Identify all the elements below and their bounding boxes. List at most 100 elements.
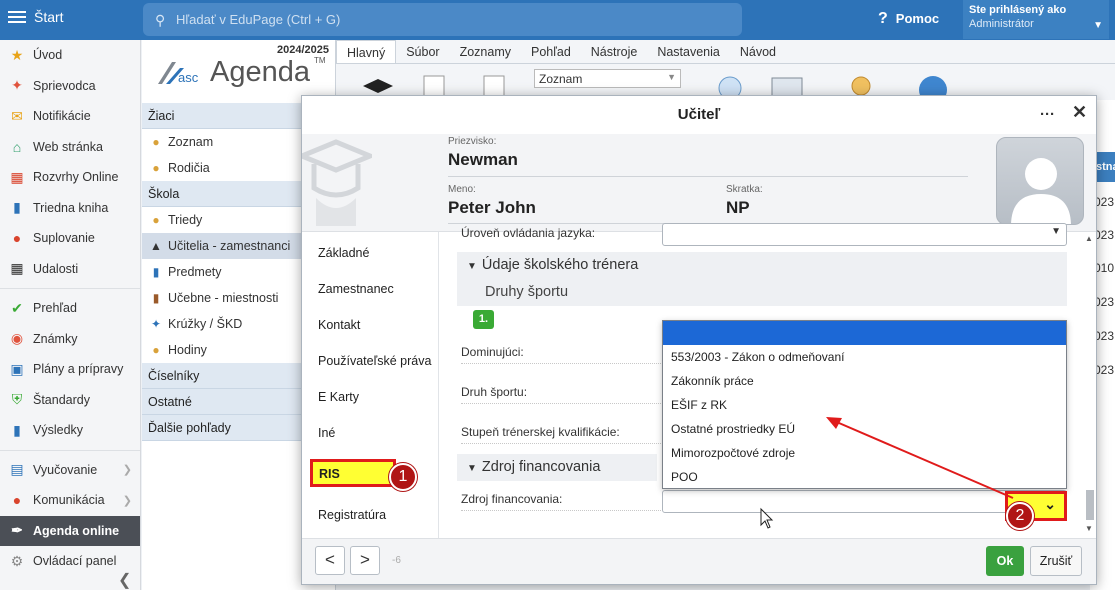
item-number-badge: 1. <box>473 310 494 329</box>
cancel-button[interactable]: Zrušiť <box>1030 546 1082 576</box>
next-record-button[interactable]: > <box>350 546 380 575</box>
funding-section-header[interactable]: ▼ Zdroj financovania <box>457 454 657 481</box>
menu-ine[interactable]: Iné <box>302 412 438 448</box>
nav-label: Výsledky <box>33 423 84 438</box>
prev-record-button[interactable]: < <box>315 546 345 575</box>
dropdown-selected-empty[interactable] <box>663 321 1066 345</box>
language-level-select[interactable]: ▼ <box>662 223 1067 246</box>
funding-section-title: Zdroj financovania <box>481 459 601 475</box>
scroll-down-icon[interactable]: ▼ <box>1085 524 1093 533</box>
content-scrollbar[interactable]: ▲ ▼ <box>1084 232 1096 538</box>
wand-icon: ✦ <box>11 77 23 94</box>
cell: 010 <box>1094 261 1115 275</box>
nav-label: Plány a prípravy <box>33 362 124 377</box>
nav-label: Triedna kniha <box>33 200 109 215</box>
abbrev-value[interactable]: NP <box>726 198 750 218</box>
menu-pouzivatelske-prava[interactable]: Používateľské práva <box>302 340 438 376</box>
menu-zakladne[interactable]: Základné <box>302 232 438 268</box>
start-button[interactable]: Štart <box>8 9 64 25</box>
surname-value[interactable]: Newman <box>448 150 518 170</box>
tab-subor[interactable]: Súbor <box>396 40 449 63</box>
nav-komunikacia[interactable]: ● Komunikácia ❯ <box>0 485 140 516</box>
menu-registratura[interactable]: Registratúra <box>302 494 386 530</box>
nav-plany[interactable]: ▣ Plány a prípravy <box>0 354 140 385</box>
close-icon[interactable]: ✕ <box>1072 102 1087 123</box>
nav-sprievodca[interactable]: ✦ Sprievodca <box>0 71 140 102</box>
name-value[interactable]: Peter John <box>448 198 536 218</box>
nav-suplovanie[interactable]: ● Suplovanie <box>0 223 140 254</box>
tab-pohlad[interactable]: Pohľad <box>521 40 581 63</box>
divider <box>461 403 661 404</box>
question-icon: ? <box>878 10 888 27</box>
funding-label: Zdroj financovania: <box>461 492 563 506</box>
gear-icon: ⚙ <box>10 552 24 569</box>
more-icon[interactable]: ··· <box>1040 106 1055 123</box>
dropdown-option[interactable]: Zákonník práce <box>663 369 1066 393</box>
chevron-down-icon: ▼ <box>1051 226 1061 237</box>
nav-label: Udalosti <box>33 261 79 276</box>
search-input[interactable]: ⚲ Hľadať v EduPage (Ctrl + G) <box>143 3 742 36</box>
star-icon: ★ <box>10 46 24 63</box>
nav-znamky[interactable]: ◉ Známky <box>0 324 140 355</box>
nav-label: Známky <box>33 331 78 346</box>
dropdown-option[interactable]: Mimorozpočtové zdroje <box>663 441 1066 465</box>
tab-nastavenia[interactable]: Nastavenia <box>647 40 730 63</box>
ok-button[interactable]: Ok <box>986 546 1024 576</box>
divider <box>461 510 661 511</box>
cell: 023 <box>1094 295 1115 309</box>
caret-down-icon: ▼ <box>467 463 477 474</box>
logo-tm: TM <box>314 56 326 65</box>
tab-navod[interactable]: Návod <box>730 40 786 63</box>
nav-vyucovanie[interactable]: ▤ Vyučovanie ❯ <box>0 455 140 486</box>
cell: 023 <box>1094 363 1115 377</box>
nav-triedna-kniha[interactable]: ▮ Triedna kniha <box>0 193 140 224</box>
envelope-icon: ✉ <box>11 107 23 124</box>
menu-zamestnanec[interactable]: Zamestnanec <box>302 268 438 304</box>
dialog-side-menu: Základné Zamestnanec Kontakt Používateľs… <box>302 232 439 538</box>
collapse-icon[interactable]: ❮ <box>118 570 131 590</box>
name-underline <box>448 223 690 224</box>
dropdown-option[interactable]: 553/2003 - Zákon o odmeňovaní <box>663 345 1066 369</box>
scroll-up-icon[interactable]: ▲ <box>1085 234 1093 243</box>
user-menu[interactable]: Ste prihlásený ako Administrátor ▼ <box>963 0 1109 39</box>
record-counter: -6 <box>392 555 401 566</box>
tab-hlavny[interactable]: Hlavný <box>336 40 397 63</box>
nav-uvod[interactable]: ★ Úvod <box>0 40 140 71</box>
avatar-silhouette-icon <box>1011 158 1071 224</box>
coach-section-header[interactable]: ▼ Údaje školského trénera <box>457 252 1067 279</box>
nav-notifikacie[interactable]: ✉ Notifikácie <box>0 101 140 132</box>
agenda-logo: asc Agenda TM <box>152 54 332 94</box>
nav-label: Suplovanie <box>33 231 95 246</box>
nav-label: Komunikácia <box>33 493 105 508</box>
search-placeholder: Hľadať v EduPage (Ctrl + G) <box>176 12 341 27</box>
agenda-item-label: Zoznam <box>168 135 214 149</box>
ribbon-tabs: Hlavný Súbor Zoznamy Pohľad Nástroje Nas… <box>336 40 1115 64</box>
menu-e-karty[interactable]: E Karty <box>302 376 438 412</box>
nav-rozvrhy[interactable]: ▦ Rozvrhy Online <box>0 162 140 193</box>
dominant-label: Dominujúci: <box>461 345 524 359</box>
avatar[interactable] <box>996 137 1084 225</box>
tab-nastroje[interactable]: Nástroje <box>581 40 648 63</box>
divider <box>461 443 661 444</box>
graduation-cap-icon: ▲ <box>150 239 162 253</box>
menu-kontakt[interactable]: Kontakt <box>302 304 438 340</box>
tab-zoznamy[interactable]: Zoznamy <box>450 40 521 63</box>
nav-label: Ovládací panel <box>33 554 117 569</box>
lessons-icon: ● <box>152 343 160 357</box>
agenda-item-label: Predmety <box>168 265 222 279</box>
help-button[interactable]: ? Pomoc <box>878 10 939 28</box>
nav-udalosti[interactable]: ▦ Udalosti <box>0 254 140 285</box>
dropdown-option[interactable]: EŠIF z RK <box>663 393 1066 417</box>
dropdown-option[interactable]: POO <box>663 465 1066 489</box>
grid-icon: ▦ <box>10 168 24 185</box>
nav-vysledky[interactable]: ▮ Výsledky <box>0 415 140 446</box>
scrollbar-thumb[interactable] <box>1086 490 1094 520</box>
nav-agenda-online[interactable]: ✒ Agenda online <box>0 515 140 546</box>
nav-web-stranka[interactable]: ⌂ Web stránka <box>0 132 140 163</box>
funding-dropdown-list[interactable]: 553/2003 - Zákon o odmeňovaní Zákonník p… <box>662 320 1067 489</box>
menu-ris[interactable]: RIS <box>310 459 396 487</box>
nav-prehlad[interactable]: ✔ Prehľad <box>0 293 140 324</box>
dropdown-option[interactable]: Ostatné prostriedky EÚ <box>663 417 1066 441</box>
top-bar: Štart ⚲ Hľadať v EduPage (Ctrl + G) ? Pom… <box>0 0 1115 40</box>
nav-standardy[interactable]: ⛨ Štandardy <box>0 385 140 416</box>
